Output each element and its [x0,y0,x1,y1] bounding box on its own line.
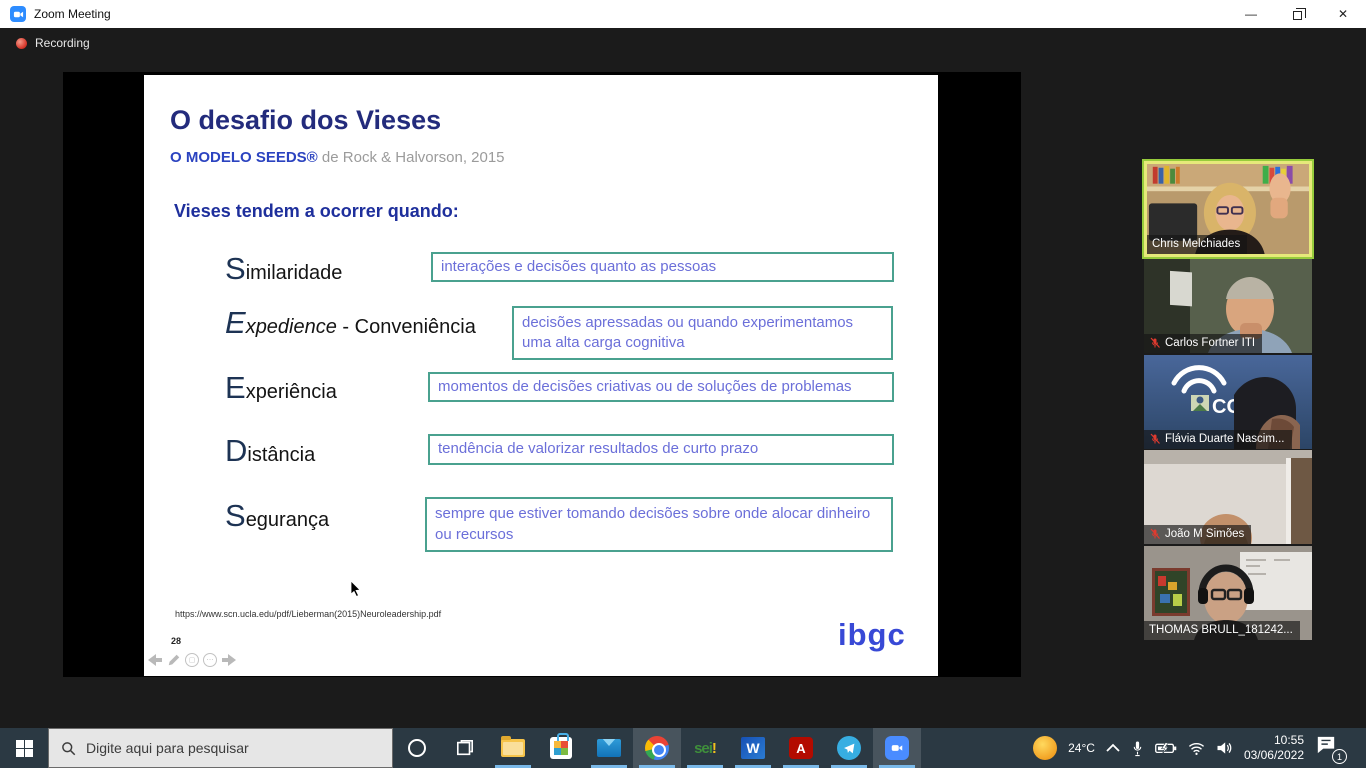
slide-source-url: https://www.scn.ucla.edu/pdf/Lieberman(2… [175,609,441,619]
windows-taskbar: Digite aqui para pesquisar sei! W A 24°C… [0,728,1366,768]
search-placeholder: Digite aqui para pesquisar [86,740,249,756]
seed-label-similaridade: Similaridade [225,251,342,287]
battery-icon[interactable] [1155,741,1177,755]
participant-name-tag: João M Simões [1144,525,1251,544]
window-titlebar: Zoom Meeting — ✕ [0,0,1366,28]
meeting-content: Recording O desafio dos Vieses O MODELO … [0,28,1366,728]
participant-name: Chris Melchiades [1152,238,1240,250]
video-tile-flavia[interactable]: COM Flávia Duarte Nascim... [1144,355,1312,449]
video-tile-carlos[interactable]: Carlos Fortner ITI [1144,259,1312,353]
video-tile-joao[interactable]: João M Simões [1144,450,1312,544]
restore-icon [1293,11,1302,20]
cortana-button[interactable] [393,728,441,768]
microphone-tray-icon[interactable] [1131,740,1144,757]
video-tile-chris[interactable]: Chris Melchiades [1144,161,1312,257]
zoom-icon [885,736,909,760]
action-center-button[interactable]: 1 [1315,735,1345,761]
recording-indicator: Recording [16,36,90,50]
ibgc-logo: ibgc [838,617,906,653]
start-button[interactable] [0,728,48,768]
taskbar-app-file-explorer[interactable] [489,728,537,768]
next-slide-icon[interactable] [221,653,237,667]
slide-subtitle-model: O MODELO SEEDS® [170,149,318,166]
sei-icon: sei! [694,740,716,757]
wifi-icon[interactable] [1188,742,1205,755]
weather-icon[interactable] [1033,736,1057,760]
slide-subtitle-authors: de Rock & Halvorson, 2015 [318,149,505,166]
task-view-button[interactable] [441,728,489,768]
muted-mic-icon [1149,528,1161,540]
participant-name: Flávia Duarte Nascim... [1165,433,1285,445]
taskbar-app-microsoft-store[interactable] [537,728,585,768]
video-tile-thomas[interactable]: THOMAS BRULL_181242... [1144,546,1312,640]
muted-mic-icon [1149,433,1161,445]
presentation-slide: O desafio dos Vieses O MODELO SEEDS® de … [144,75,938,676]
taskbar-app-mail[interactable] [585,728,633,768]
taskbar-search-input[interactable]: Digite aqui para pesquisar [48,728,393,768]
tray-time: 10:55 [1244,733,1304,748]
clock[interactable]: 10:55 03/06/2022 [1244,733,1304,763]
mouse-cursor [350,580,362,598]
slide-subtitle: O MODELO SEEDS® de Rock & Halvorson, 201… [170,149,505,166]
hidden-icons-chevron[interactable] [1106,743,1120,753]
chrome-icon [645,736,669,760]
temperature-label[interactable]: 24°C [1068,741,1095,755]
system-tray: 24°C 10:55 03/06/2022 1 [1033,728,1366,768]
minimize-button[interactable]: — [1228,0,1274,28]
seed-desc-experiencia: momentos de decisões criativas ou de sol… [428,372,894,402]
slide-heading: Vieses tendem a ocorrer quando: [174,201,459,222]
close-button[interactable]: ✕ [1320,0,1366,28]
recording-dot-icon [16,38,27,49]
taskbar-app-telegram[interactable] [825,728,873,768]
seed-label-expedience: Expedience - Conveniência [225,305,476,341]
seed-label-distancia: Distância [225,433,315,469]
seed-desc-distancia: tendência de valorizar resultados de cur… [428,434,894,465]
taskbar-app-acrobat[interactable]: A [777,728,825,768]
screen-share-area: O desafio dos Vieses O MODELO SEEDS® de … [63,72,1021,677]
mail-icon [597,739,621,757]
participant-name-tag: THOMAS BRULL_181242... [1144,621,1300,640]
participant-name-tag: Carlos Fortner ITI [1144,334,1262,353]
show-all-slides-icon[interactable]: ▢ [185,653,199,667]
tray-date: 03/06/2022 [1244,748,1304,763]
more-options-icon[interactable]: ⋯ [203,653,217,667]
slide-title: O desafio dos Vieses [170,105,441,136]
zoom-app-icon [10,6,26,22]
microsoft-store-icon [550,737,572,759]
volume-icon[interactable] [1216,741,1233,755]
search-icon [61,741,76,756]
participant-name: João M Simões [1165,528,1244,540]
pen-tool-icon[interactable] [167,653,181,667]
slide-nav-toolbar: ▢ ⋯ [147,653,237,667]
slide-page-number: 28 [171,636,181,646]
notification-badge: 1 [1332,749,1347,764]
seed-desc-seguranca: sempre que estiver tomando decisões sobr… [425,497,893,552]
file-explorer-icon [501,739,525,757]
participant-name-tag: Flávia Duarte Nascim... [1144,430,1292,449]
seed-desc-expedience: decisões apressadas ou quando experiment… [512,306,893,360]
seed-label-experiencia: Experiência [225,370,337,406]
window-title: Zoom Meeting [34,7,111,21]
recording-label: Recording [35,36,90,50]
seed-desc-similaridade: interações e decisões quanto as pessoas [431,252,894,282]
previous-slide-icon[interactable] [147,653,163,667]
telegram-icon [837,736,861,760]
restore-button[interactable] [1274,0,1320,28]
participant-name: Carlos Fortner ITI [1165,337,1255,349]
muted-mic-icon [1149,337,1161,349]
seed-label-seguranca: Segurança [225,498,329,534]
taskbar-app-word[interactable]: W [729,728,777,768]
taskbar-app-sei[interactable]: sei! [681,728,729,768]
participant-name: THOMAS BRULL_181242... [1149,624,1293,636]
taskbar-app-chrome[interactable] [633,728,681,768]
participant-name-tag: Chris Melchiades [1147,235,1247,254]
acrobat-icon: A [789,737,813,759]
taskbar-app-zoom[interactable] [873,728,921,768]
word-icon: W [741,737,765,759]
